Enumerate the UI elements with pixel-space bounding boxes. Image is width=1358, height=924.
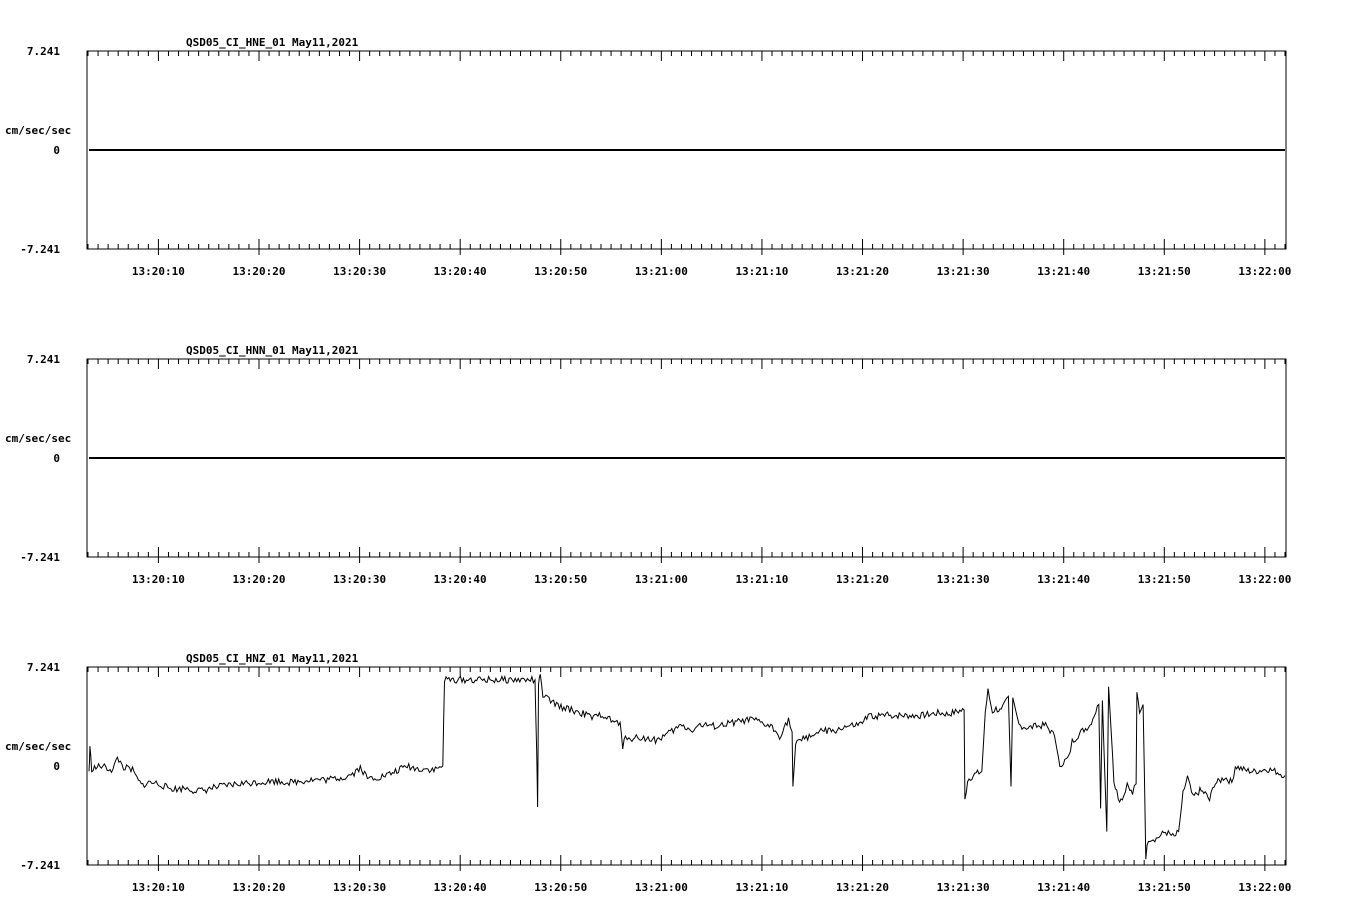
x-tick-label: 13:22:00	[1238, 881, 1291, 894]
x-tick-label: 13:21:20	[836, 881, 889, 894]
trace-line	[89, 674, 1285, 859]
x-tick-label: 13:21:50	[1138, 573, 1191, 586]
x-tick-label: 13:21:10	[735, 265, 788, 278]
chart-title: QSD05_CI_HNN_01 May11,2021	[186, 344, 359, 357]
x-tick-label: 13:20:40	[434, 573, 487, 586]
y-axis-label: cm/sec/sec	[5, 124, 71, 137]
x-tick-label: 13:21:30	[937, 573, 990, 586]
y-tick-label: -7.241	[20, 551, 60, 564]
y-tick-label: 7.241	[27, 353, 60, 366]
seismogram-figure: QSD05_CI_HNE_01 May11,2021 7.241 0 -7.241 cm…	[0, 0, 1358, 924]
x-tick-label: 13:20:30	[333, 573, 386, 586]
x-tick-label: 13:20:30	[333, 265, 386, 278]
x-tick-label: 13:20:40	[434, 265, 487, 278]
x-tick-label: 13:21:50	[1138, 265, 1191, 278]
x-tick-label: 13:20:20	[233, 265, 286, 278]
x-tick-label: 13:22:00	[1238, 265, 1291, 278]
plot-frame	[87, 667, 1286, 865]
chart-title: QSD05_CI_HNE_01 May11,2021	[186, 36, 359, 49]
chart-panel-1: QSD05_CI_HNE_01 May11,2021 7.241 0 -7.241 cm…	[5, 36, 1291, 278]
y-tick-label: 7.241	[27, 45, 60, 58]
x-tick-label: 13:21:00	[635, 573, 688, 586]
x-tick-label: 13:21:10	[735, 881, 788, 894]
y-tick-label: 0	[53, 452, 60, 465]
chart-panel-2: QSD05_CI_HNN_01 May11,2021 7.241 0 -7.241 cm…	[5, 344, 1291, 586]
x-tick-label: 13:20:20	[233, 573, 286, 586]
x-tick-label: 13:21:40	[1037, 881, 1090, 894]
x-tick-label: 13:20:10	[132, 573, 185, 586]
y-axis-label: cm/sec/sec	[5, 432, 71, 445]
chart-title: QSD05_CI_HNZ_01 May11,2021	[186, 652, 359, 665]
x-tick-label: 13:20:50	[534, 881, 587, 894]
x-tick-label: 13:21:30	[937, 265, 990, 278]
x-tick-label: 13:21:30	[937, 881, 990, 894]
chart-panel-3: QSD05_CI_HNZ_01 May11,2021 7.241 0 -7.241 cm…	[5, 652, 1291, 894]
x-tick-label: 13:22:00	[1238, 573, 1291, 586]
x-tick-label: 13:20:10	[132, 265, 185, 278]
x-tick-label: 13:21:10	[735, 573, 788, 586]
x-tick-label: 13:20:50	[534, 265, 587, 278]
y-axis-label: cm/sec/sec	[5, 740, 71, 753]
x-tick-label: 13:21:00	[635, 881, 688, 894]
x-tick-label: 13:20:50	[534, 573, 587, 586]
x-tick-label: 13:21:20	[836, 265, 889, 278]
x-tick-label: 13:21:50	[1138, 881, 1191, 894]
y-tick-label: -7.241	[20, 243, 60, 256]
y-tick-label: 0	[53, 760, 60, 773]
x-tick-label: 13:21:20	[836, 573, 889, 586]
y-tick-label: -7.241	[20, 859, 60, 872]
x-tick-label: 13:21:40	[1037, 265, 1090, 278]
x-tick-label: 13:20:20	[233, 881, 286, 894]
x-tick-label: 13:20:40	[434, 881, 487, 894]
x-tick-label: 13:21:00	[635, 265, 688, 278]
x-tick-label: 13:21:40	[1037, 573, 1090, 586]
y-tick-label: 0	[53, 144, 60, 157]
x-tick-label: 13:20:30	[333, 881, 386, 894]
x-tick-label: 13:20:10	[132, 881, 185, 894]
y-tick-label: 7.241	[27, 661, 60, 674]
